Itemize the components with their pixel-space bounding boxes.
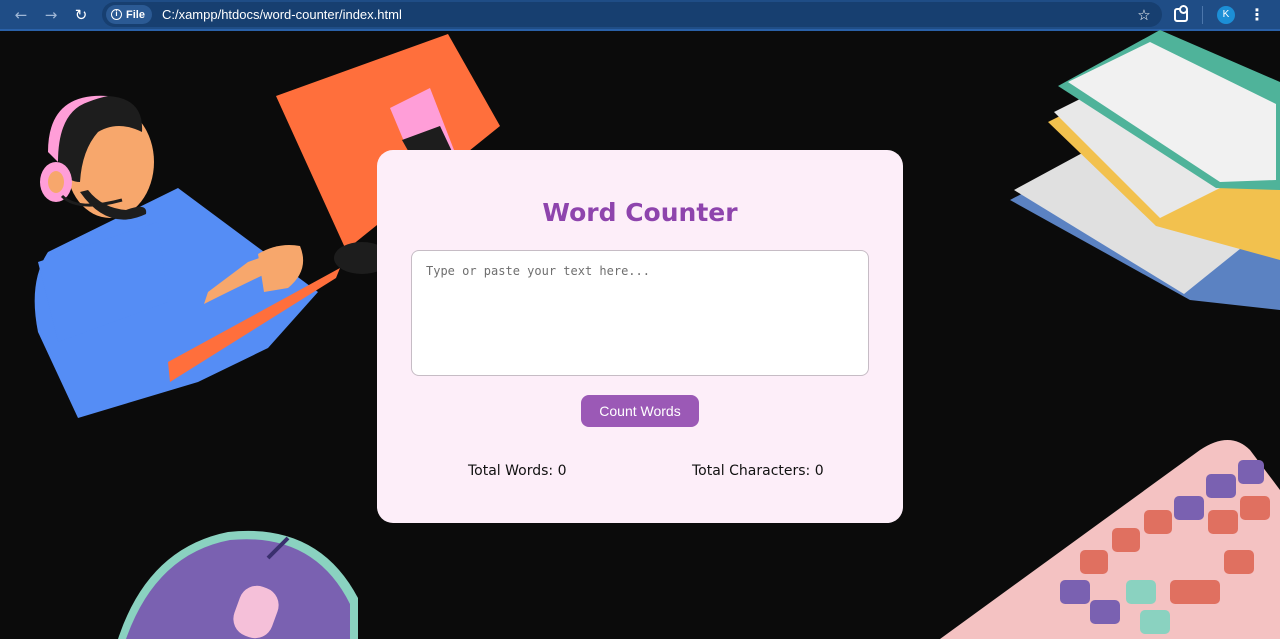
count-words-button[interactable]: Count Words xyxy=(581,395,699,427)
word-counter-card: Word Counter Count Words Total Words: 0 … xyxy=(377,150,903,523)
total-characters-label: Total Characters: xyxy=(692,463,811,479)
info-icon: i xyxy=(111,9,122,20)
toolbar-divider xyxy=(1202,5,1203,24)
site-info-chip[interactable]: i File xyxy=(106,5,152,24)
total-words-label: Total Words: xyxy=(468,463,554,479)
total-words-value: 0 xyxy=(557,463,567,479)
browser-toolbar: ← → ↻ i File C:/xampp/htdocs/word-counte… xyxy=(0,0,1280,31)
text-input[interactable] xyxy=(411,250,869,376)
url-text[interactable]: C:/xampp/htdocs/word-counter/index.html xyxy=(162,7,1132,22)
bookmark-star-icon[interactable]: ☆ xyxy=(1132,6,1156,24)
address-bar[interactable]: i File C:/xampp/htdocs/word-counter/inde… xyxy=(102,2,1162,27)
reload-button[interactable]: ↻ xyxy=(66,2,96,28)
books-illustration xyxy=(1010,30,1280,310)
forward-button[interactable]: → xyxy=(36,2,66,28)
back-button[interactable]: ← xyxy=(6,2,36,28)
keyboard-illustration xyxy=(940,440,1280,639)
reload-icon: ↻ xyxy=(74,5,88,24)
profile-avatar[interactable]: K xyxy=(1217,5,1235,24)
scheme-label: File xyxy=(126,8,145,21)
menu-icon[interactable]: ⋮ xyxy=(1249,5,1265,24)
total-characters-stat: Total Characters: 0 xyxy=(692,463,824,479)
mouse-illustration xyxy=(118,530,358,639)
total-words-stat: Total Words: 0 xyxy=(468,463,567,479)
person-headset-illustration xyxy=(34,95,340,418)
forward-arrow-icon: → xyxy=(44,5,58,24)
total-characters-value: 0 xyxy=(814,463,824,479)
page-title: Word Counter xyxy=(542,198,738,227)
extensions-icon[interactable] xyxy=(1174,4,1188,22)
back-arrow-icon: ← xyxy=(14,5,28,24)
